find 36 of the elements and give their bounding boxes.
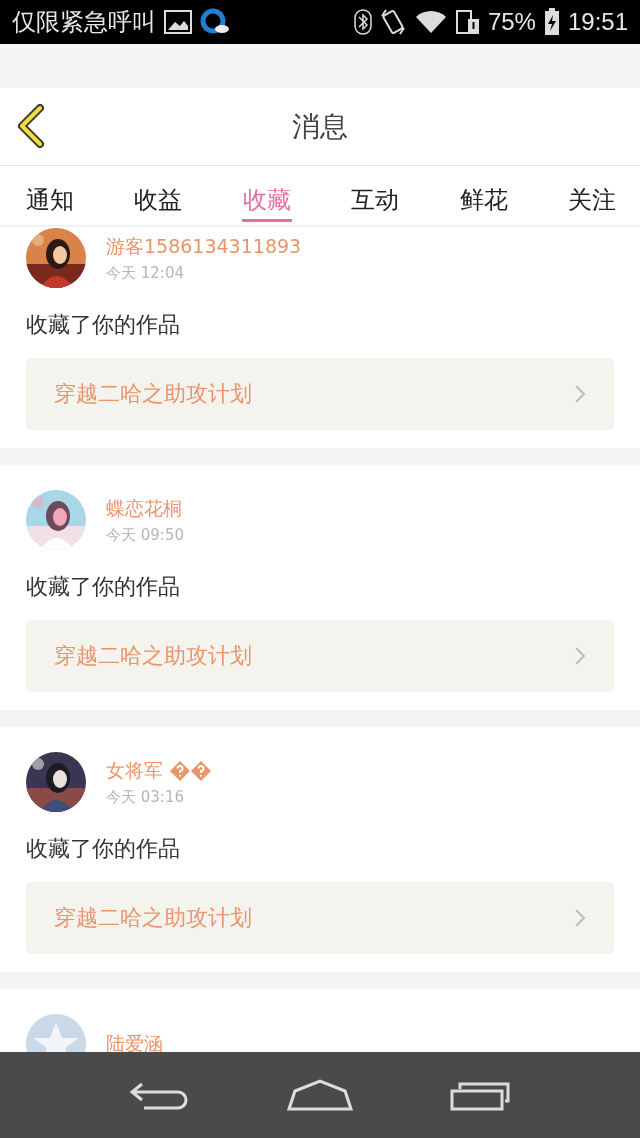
battery-icon — [543, 8, 560, 36]
chevron-right-icon — [574, 646, 586, 666]
message-time: 今天 09:50 — [106, 525, 185, 545]
tab[interactable]: 收藏 — [238, 166, 295, 222]
message-text: 收藏了你的作品 — [26, 573, 181, 601]
user-name[interactable]: 游客1586134311893 — [106, 233, 302, 260]
user-name[interactable]: 蝶恋花桐 — [106, 495, 182, 522]
wifi-icon — [413, 9, 448, 35]
user-name[interactable]: 陆爱涵 — [106, 1031, 163, 1052]
home-icon[interactable] — [287, 1079, 353, 1111]
tab[interactable]: 鲜花 — [455, 166, 512, 222]
diamond-question-icon — [170, 760, 190, 781]
message-text: 收藏了你的作品 — [26, 835, 181, 863]
tab[interactable]: 互动 — [347, 166, 404, 222]
message-text: 收藏了你的作品 — [26, 311, 181, 339]
sim-icon — [455, 9, 480, 35]
message-time: 今天 12:04 — [106, 263, 185, 283]
bluetooth-icon — [353, 9, 372, 35]
chevron-right-icon — [574, 908, 586, 928]
tab[interactable]: 通知 — [22, 166, 78, 222]
page-title: 消息 — [292, 108, 348, 145]
work-link[interactable]: 穿越二哈之助攻计划 — [26, 620, 614, 692]
diamond-question-icon — [191, 760, 211, 781]
work-link[interactable]: 穿越二哈之助攻计划 — [26, 882, 614, 954]
tab[interactable]: 收益 — [130, 166, 187, 222]
carrier-text: 仅限紧急呼叫 — [12, 7, 156, 37]
back-button[interactable] — [16, 104, 46, 148]
clock-text: 19:51 — [567, 8, 628, 36]
user-name[interactable]: 女将军 — [106, 757, 163, 784]
tab[interactable]: 关注 — [563, 166, 620, 222]
chevron-right-icon — [574, 384, 586, 404]
image-icon — [164, 10, 192, 34]
message-time: 今天 03:16 — [106, 787, 185, 807]
battery-percent: 75% — [487, 8, 536, 36]
work-link[interactable]: 穿越二哈之助攻计划 — [26, 358, 614, 430]
rotation-icon — [379, 8, 406, 36]
